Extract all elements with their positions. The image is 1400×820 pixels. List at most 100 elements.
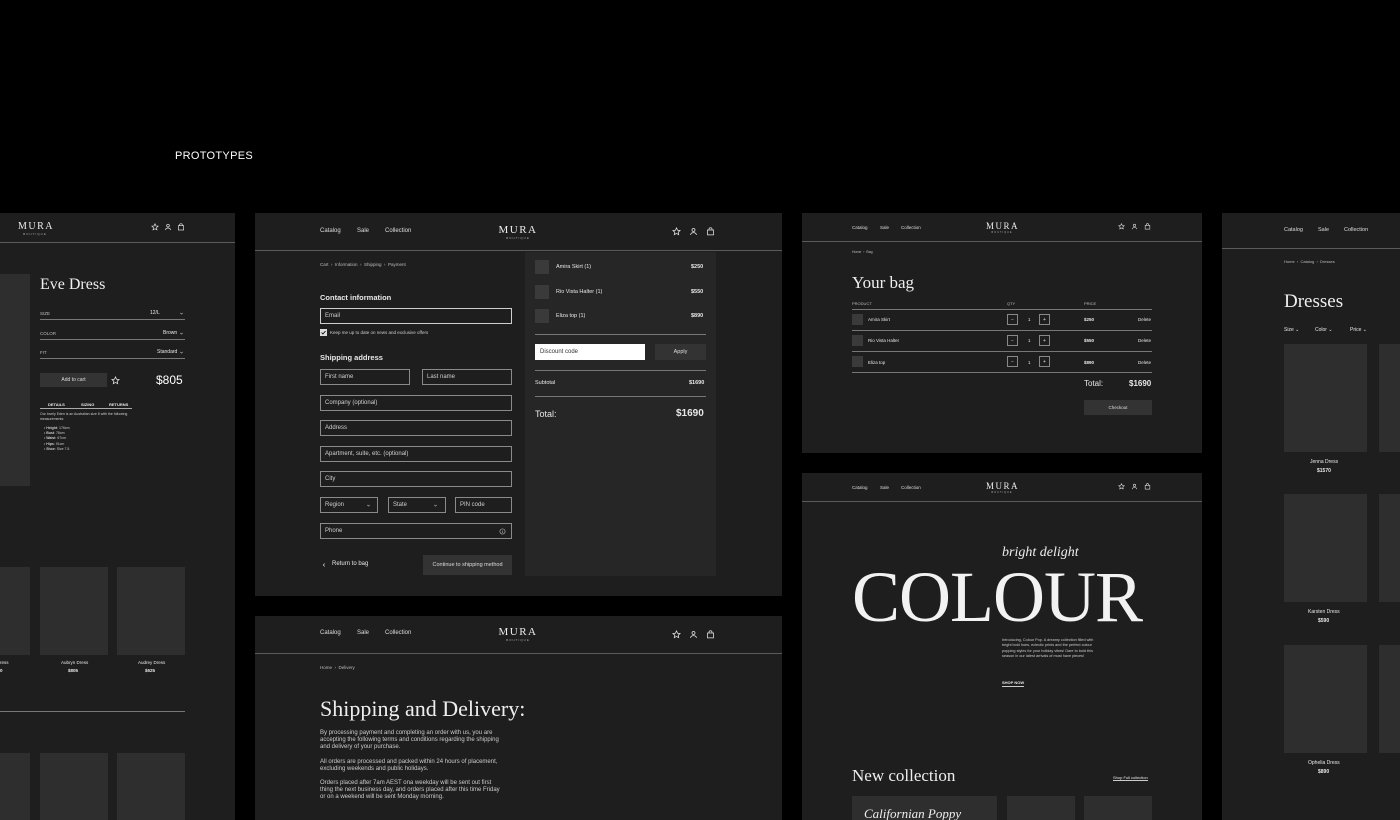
nav-catalog[interactable]: Catalog bbox=[320, 228, 341, 234]
nav-sale[interactable]: Sale bbox=[357, 630, 369, 636]
bag-icon[interactable] bbox=[1144, 483, 1151, 490]
address-field[interactable]: Address bbox=[320, 420, 512, 436]
tab-sizing[interactable]: SIZING bbox=[81, 402, 94, 407]
breadcrumb-item[interactable]: Home bbox=[320, 665, 332, 670]
star-icon[interactable] bbox=[1118, 223, 1125, 230]
breadcrumb-item[interactable]: Shipping bbox=[364, 262, 382, 267]
email-field[interactable]: Email bbox=[320, 308, 512, 324]
logo[interactable]: MURA BOUTIQUE bbox=[498, 224, 538, 240]
nav-sale[interactable]: Sale bbox=[1318, 227, 1329, 233]
star-icon[interactable] bbox=[672, 630, 681, 639]
star-icon[interactable] bbox=[1118, 483, 1125, 490]
breadcrumb-item[interactable]: Catalog bbox=[1300, 259, 1314, 264]
qty-decrease-button[interactable]: − bbox=[1007, 356, 1018, 367]
nav-collection[interactable]: Collection bbox=[901, 485, 921, 490]
product-image[interactable] bbox=[117, 753, 185, 820]
qty-increase-button[interactable]: + bbox=[1039, 356, 1050, 367]
shop-now-link[interactable]: SHOP NOW bbox=[1002, 680, 1025, 687]
breadcrumb-item[interactable]: Bag bbox=[866, 250, 872, 254]
color-select[interactable]: Brown bbox=[163, 330, 177, 336]
product-image[interactable] bbox=[40, 753, 108, 820]
chevron-left-icon[interactable] bbox=[321, 562, 327, 568]
last-name-field[interactable]: Last name bbox=[422, 369, 512, 385]
nav-catalog[interactable]: Catalog bbox=[852, 485, 868, 490]
nav-sale[interactable]: Sale bbox=[880, 485, 889, 490]
user-icon[interactable] bbox=[689, 227, 698, 236]
breadcrumb-item[interactable]: Home bbox=[1284, 259, 1295, 264]
filter-size[interactable]: Size ⌄ bbox=[1284, 327, 1299, 333]
product-image[interactable] bbox=[1379, 645, 1400, 753]
qty-increase-button[interactable]: + bbox=[1039, 335, 1050, 346]
star-icon[interactable] bbox=[672, 227, 681, 236]
product-image[interactable] bbox=[1284, 344, 1367, 452]
collection-card[interactable] bbox=[1007, 796, 1075, 820]
user-icon[interactable] bbox=[164, 223, 172, 231]
bag-icon[interactable] bbox=[177, 223, 185, 231]
user-icon[interactable] bbox=[1131, 223, 1138, 230]
first-name-field[interactable]: First name bbox=[320, 369, 410, 385]
breadcrumb-item[interactable]: Home bbox=[852, 250, 861, 254]
discount-code-field[interactable]: Discount code bbox=[535, 344, 645, 360]
breadcrumb-item[interactable]: Dresses bbox=[1320, 259, 1335, 264]
breadcrumb-item[interactable]: Information bbox=[335, 262, 358, 267]
return-to-bag-link[interactable]: Return to bag bbox=[332, 561, 368, 567]
delete-link[interactable]: Delete bbox=[1138, 360, 1151, 365]
product-image[interactable] bbox=[0, 753, 30, 820]
apply-button[interactable]: Apply bbox=[655, 344, 706, 360]
user-icon[interactable] bbox=[689, 630, 698, 639]
qty-decrease-button[interactable]: − bbox=[1007, 314, 1018, 325]
filter-color[interactable]: Color ⌄ bbox=[1315, 327, 1333, 333]
user-icon[interactable] bbox=[1131, 483, 1138, 490]
newsletter-checkbox[interactable] bbox=[320, 329, 327, 336]
phone-field[interactable]: Phone bbox=[320, 523, 512, 539]
logo[interactable]: MURA BOUTIQUE bbox=[986, 221, 1018, 234]
nav-catalog[interactable]: Catalog bbox=[852, 225, 868, 230]
nav-catalog[interactable]: Catalog bbox=[320, 630, 341, 636]
tab-returns[interactable]: RETURNS bbox=[109, 402, 128, 407]
breadcrumb-item[interactable]: Cart bbox=[320, 262, 329, 267]
star-icon[interactable] bbox=[111, 376, 120, 385]
size-select[interactable]: 12/L bbox=[150, 310, 160, 316]
item-thumbnail bbox=[852, 335, 863, 346]
nav-collection[interactable]: Collection bbox=[385, 630, 411, 636]
breadcrumb-item[interactable]: Delivery bbox=[339, 665, 355, 670]
info-icon[interactable] bbox=[499, 528, 506, 535]
nav-collection[interactable]: Collection bbox=[385, 228, 411, 234]
product-image[interactable] bbox=[1284, 645, 1367, 753]
logo[interactable]: MURA BOUTIQUE bbox=[498, 626, 538, 642]
nav-sale[interactable]: Sale bbox=[880, 225, 889, 230]
fit-select[interactable]: Standard bbox=[157, 349, 177, 355]
bag-icon[interactable] bbox=[706, 630, 715, 639]
tab-details[interactable]: DETAILS bbox=[48, 402, 65, 407]
related-product-image[interactable] bbox=[40, 567, 108, 655]
apartment-field[interactable]: Apartment, suite, etc. (optional) bbox=[320, 446, 512, 462]
product-image[interactable] bbox=[1379, 344, 1400, 452]
logo[interactable]: MURA BOUTIQUE bbox=[986, 481, 1018, 494]
qty-decrease-button[interactable]: − bbox=[1007, 335, 1018, 346]
continue-to-shipping-button[interactable]: Continue to shipping method bbox=[423, 555, 512, 575]
bag-icon[interactable] bbox=[1144, 223, 1151, 230]
star-icon[interactable] bbox=[151, 223, 159, 231]
add-to-cart-button[interactable]: Add to cart bbox=[40, 373, 107, 387]
checkout-button[interactable]: Checkout bbox=[1084, 400, 1152, 415]
breadcrumb-item[interactable]: Payment bbox=[388, 262, 406, 267]
logo[interactable]: MURA BOUTIQUE bbox=[18, 221, 53, 236]
filter-price[interactable]: Price ⌄ bbox=[1350, 327, 1367, 333]
product-image[interactable] bbox=[1379, 494, 1400, 602]
company-field[interactable]: Company (optional) bbox=[320, 395, 512, 411]
delete-link[interactable]: Delete bbox=[1138, 338, 1151, 343]
nav-sale[interactable]: Sale bbox=[357, 228, 369, 234]
delete-link[interactable]: Delete bbox=[1138, 317, 1151, 322]
nav-collection[interactable]: Collection bbox=[1344, 227, 1368, 233]
nav-catalog[interactable]: Catalog bbox=[1284, 227, 1303, 233]
related-product-image[interactable] bbox=[0, 567, 30, 655]
related-product-image[interactable] bbox=[117, 567, 185, 655]
city-field[interactable]: City bbox=[320, 471, 512, 487]
bag-icon[interactable] bbox=[706, 227, 715, 236]
collection-card[interactable] bbox=[1084, 796, 1152, 820]
shop-full-collection-link[interactable]: Shop Full collection bbox=[1113, 775, 1148, 781]
pin-code-field[interactable]: PIN code bbox=[455, 497, 512, 513]
nav-collection[interactable]: Collection bbox=[901, 225, 921, 230]
qty-increase-button[interactable]: + bbox=[1039, 314, 1050, 325]
product-image[interactable] bbox=[1284, 494, 1367, 602]
